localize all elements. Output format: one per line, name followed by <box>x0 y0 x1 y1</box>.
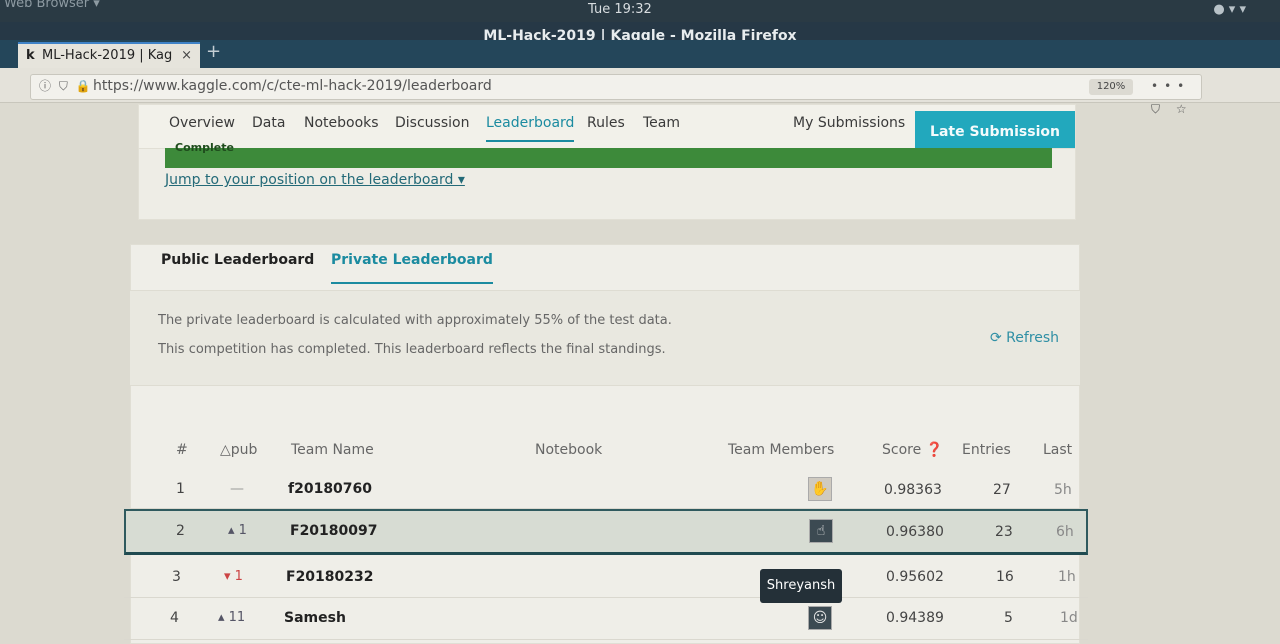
kaggle-favicon-icon: k <box>26 48 35 63</box>
column-last: Last <box>1043 442 1073 458</box>
close-tab-icon[interactable]: × <box>181 44 192 68</box>
info-line-2: This competition has completed. This lea… <box>158 342 666 357</box>
zoom-indicator[interactable]: 120% <box>1089 79 1133 95</box>
entries: 23 <box>995 524 1013 540</box>
info-line-1: The private leaderboard is calculated wi… <box>158 313 672 328</box>
rank: 3 <box>172 569 181 585</box>
column-team-name: Team Name <box>291 442 374 458</box>
page-actions-icon[interactable]: ••• ⛉ ☆ <box>1151 75 1201 121</box>
entries: 5 <box>1004 610 1013 626</box>
column-entries: Entries <box>962 442 1011 458</box>
refresh-button[interactable]: ⟳ Refresh <box>990 330 1059 346</box>
tab-team[interactable]: Team <box>643 115 680 131</box>
jump-to-position-link[interactable]: Jump to your position on the leaderboard… <box>165 172 465 188</box>
system-top-bar: Web Browser ▾ Tue 19:32 ● ▾ ▾ <box>0 0 1280 22</box>
score: 0.95602 <box>886 569 944 585</box>
score: 0.98363 <box>884 482 942 498</box>
score: 0.94389 <box>886 610 944 626</box>
new-tab-button[interactable]: + <box>206 41 221 62</box>
table-row-current-user[interactable]: 2 ▴ 1 F20180097 ☝ 0.96380 23 6h <box>124 509 1088 555</box>
user-avatar[interactable]: ✋ <box>808 477 832 501</box>
column-score[interactable]: Score ❓ <box>882 442 943 458</box>
column-notebook: Notebook <box>535 442 603 458</box>
tab-title: ML-Hack-2019 | Kag <box>42 48 173 63</box>
clock[interactable]: Tue 19:32 <box>588 2 652 17</box>
tab-data[interactable]: Data <box>252 115 285 131</box>
rank: 2 <box>176 523 185 539</box>
public-change: ▾ 1 <box>224 569 243 584</box>
tab-rules[interactable]: Rules <box>587 115 625 131</box>
column-team-members: Team Members <box>728 442 835 458</box>
table-row[interactable]: 1 — f20180760 ✋ 0.98363 27 5h <box>124 467 1088 509</box>
tab-public-leaderboard[interactable]: Public Leaderboard <box>161 252 314 268</box>
url-field[interactable]: ⓘ ⛉ 🔒 https://www.kaggle.com/c/cte-ml-ha… <box>30 74 1202 116</box>
leaderboard-info: The private leaderboard is calculated wi… <box>130 290 1080 386</box>
site-info-icon[interactable]: ⓘ ⛉ 🔒 <box>39 75 93 98</box>
team-name[interactable]: f20180760 <box>288 481 372 497</box>
table-row[interactable]: 3 ▾ 1 F20180232 0.95602 16 1h <box>124 556 1088 598</box>
entries: 27 <box>993 482 1011 498</box>
last-submission: 1d <box>1060 610 1078 626</box>
team-name[interactable]: Samesh <box>284 610 346 626</box>
competition-nav: Overview Data Notebooks Discussion Leade… <box>138 104 1076 153</box>
column-public-change: △pub <box>220 442 258 458</box>
tab-leaderboard[interactable]: Leaderboard <box>486 115 575 142</box>
tab-notebooks[interactable]: Notebooks <box>304 115 379 131</box>
tab-discussion[interactable]: Discussion <box>395 115 469 131</box>
entries: 16 <box>996 569 1014 585</box>
team-name[interactable]: F20180097 <box>290 523 378 539</box>
score: 0.96380 <box>886 524 944 540</box>
user-avatar[interactable]: ☝ <box>809 519 833 543</box>
system-tray[interactable]: ● ▾ ▾ <box>1213 2 1246 17</box>
user-avatar[interactable]: ☺ <box>808 606 832 630</box>
tab-private-leaderboard[interactable]: Private Leaderboard <box>331 252 493 284</box>
last-submission: 1h <box>1058 569 1076 585</box>
completed-banner: Complete <box>165 141 1052 168</box>
tab-overview[interactable]: Overview <box>169 115 235 131</box>
rank: 1 <box>176 481 185 497</box>
last-submission: 6h <box>1056 524 1074 540</box>
public-change: — <box>230 481 244 497</box>
tab-strip: k ML-Hack-2019 | Kag × + <box>0 40 1280 68</box>
app-menu[interactable]: Web Browser ▾ <box>4 0 100 11</box>
late-submission-button[interactable]: Late Submission <box>915 111 1075 153</box>
public-change: ▴ 1 <box>228 523 247 538</box>
public-change: ▴ 11 <box>218 610 246 625</box>
team-name[interactable]: F20180232 <box>286 569 374 585</box>
url-text[interactable]: https://www.kaggle.com/c/cte-ml-hack-201… <box>93 75 492 98</box>
browser-tab[interactable]: k ML-Hack-2019 | Kag × <box>18 42 200 68</box>
navigation-toolbar: ⓘ ⛉ 🔒 https://www.kaggle.com/c/cte-ml-ha… <box>0 68 1280 116</box>
rank: 4 <box>170 610 179 626</box>
column-rank: # <box>176 442 188 458</box>
table-row[interactable]: 4 ▴ 11 Samesh ☺ 0.94389 5 1d <box>124 598 1088 640</box>
my-submissions-link[interactable]: My Submissions <box>793 115 905 131</box>
last-submission: 5h <box>1054 482 1072 498</box>
member-tooltip: Shreyansh <box>760 569 842 603</box>
banner-status: Complete <box>175 141 234 154</box>
